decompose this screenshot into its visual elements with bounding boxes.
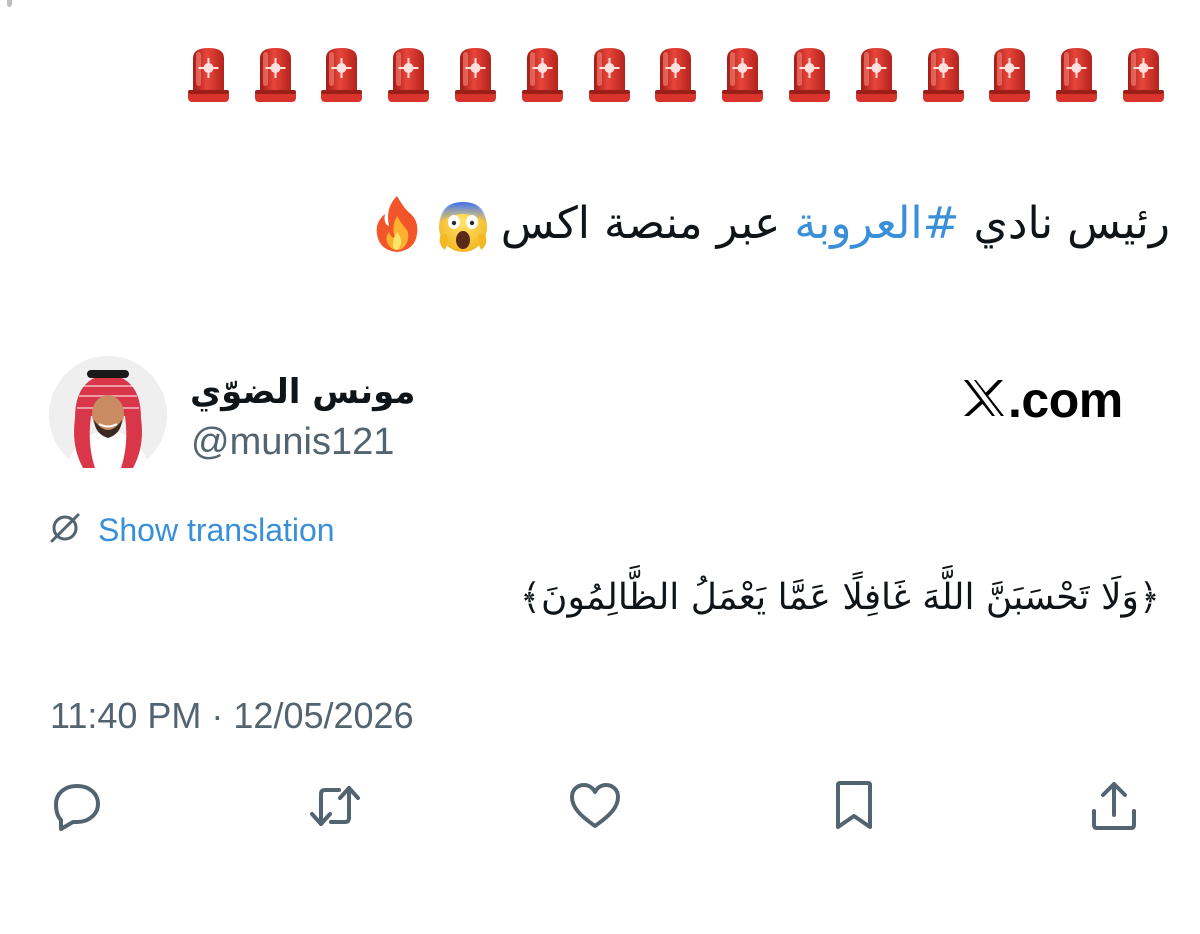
- police-light-emoji: [586, 44, 633, 108]
- police-light-emoji: [452, 44, 499, 108]
- hashtag-link[interactable]: #العروبة: [794, 198, 959, 249]
- like-icon[interactable]: [567, 778, 623, 834]
- bookmark-icon[interactable]: [826, 778, 882, 834]
- police-light-emoji: [920, 44, 967, 108]
- police-light-emoji: [986, 44, 1033, 108]
- reply-icon[interactable]: [49, 778, 105, 834]
- retweet-icon[interactable]: [307, 778, 363, 834]
- police-light-emoji: [185, 44, 232, 108]
- headline-part-2: عبر منصة اكس: [500, 198, 795, 249]
- police-light-emoji: [1120, 44, 1167, 108]
- author-name[interactable]: مونس الضوّي: [190, 370, 415, 414]
- share-icon[interactable]: [1086, 778, 1142, 834]
- quoted-post-text: ﴿وَلَا تَحْسَبَنَّ اللَّهَ غَافِلًا عَمَ…: [519, 577, 1160, 618]
- globe-slash-icon: [48, 511, 82, 550]
- fire-emoji: [369, 194, 425, 254]
- headline-text: رئيس نادي #العروبة عبر منصة اكس: [501, 184, 1170, 264]
- police-light-emoji: [385, 44, 432, 108]
- author-handle[interactable]: @munis121: [191, 420, 394, 464]
- site-label: .com: [962, 372, 1123, 428]
- post-timestamp[interactable]: 11:40 PM · 12/05/2026: [50, 692, 414, 740]
- headline-part-1: رئيس نادي: [959, 198, 1170, 249]
- police-light-emoji: [786, 44, 833, 108]
- top-edge-marker: [7, 0, 12, 7]
- action-bar: [0, 778, 1200, 834]
- police-light-emoji: [318, 44, 365, 108]
- police-light-emoji: [719, 44, 766, 108]
- siren-emoji-row: [185, 44, 1167, 108]
- author-avatar[interactable]: [49, 356, 167, 474]
- police-light-emoji: [652, 44, 699, 108]
- show-translation[interactable]: Show translation: [48, 508, 335, 552]
- face-screaming-in-fear-emoji: [435, 194, 491, 254]
- police-light-emoji: [252, 44, 299, 108]
- x-logo-icon: [962, 378, 1006, 423]
- post-headline: رئيس نادي #العروبة عبر منصة اكس: [369, 184, 1170, 264]
- police-light-emoji: [519, 44, 566, 108]
- police-light-emoji: [853, 44, 900, 108]
- site-domain: .com: [1008, 372, 1123, 428]
- police-light-emoji: [1053, 44, 1100, 108]
- show-translation-label[interactable]: Show translation: [98, 508, 335, 552]
